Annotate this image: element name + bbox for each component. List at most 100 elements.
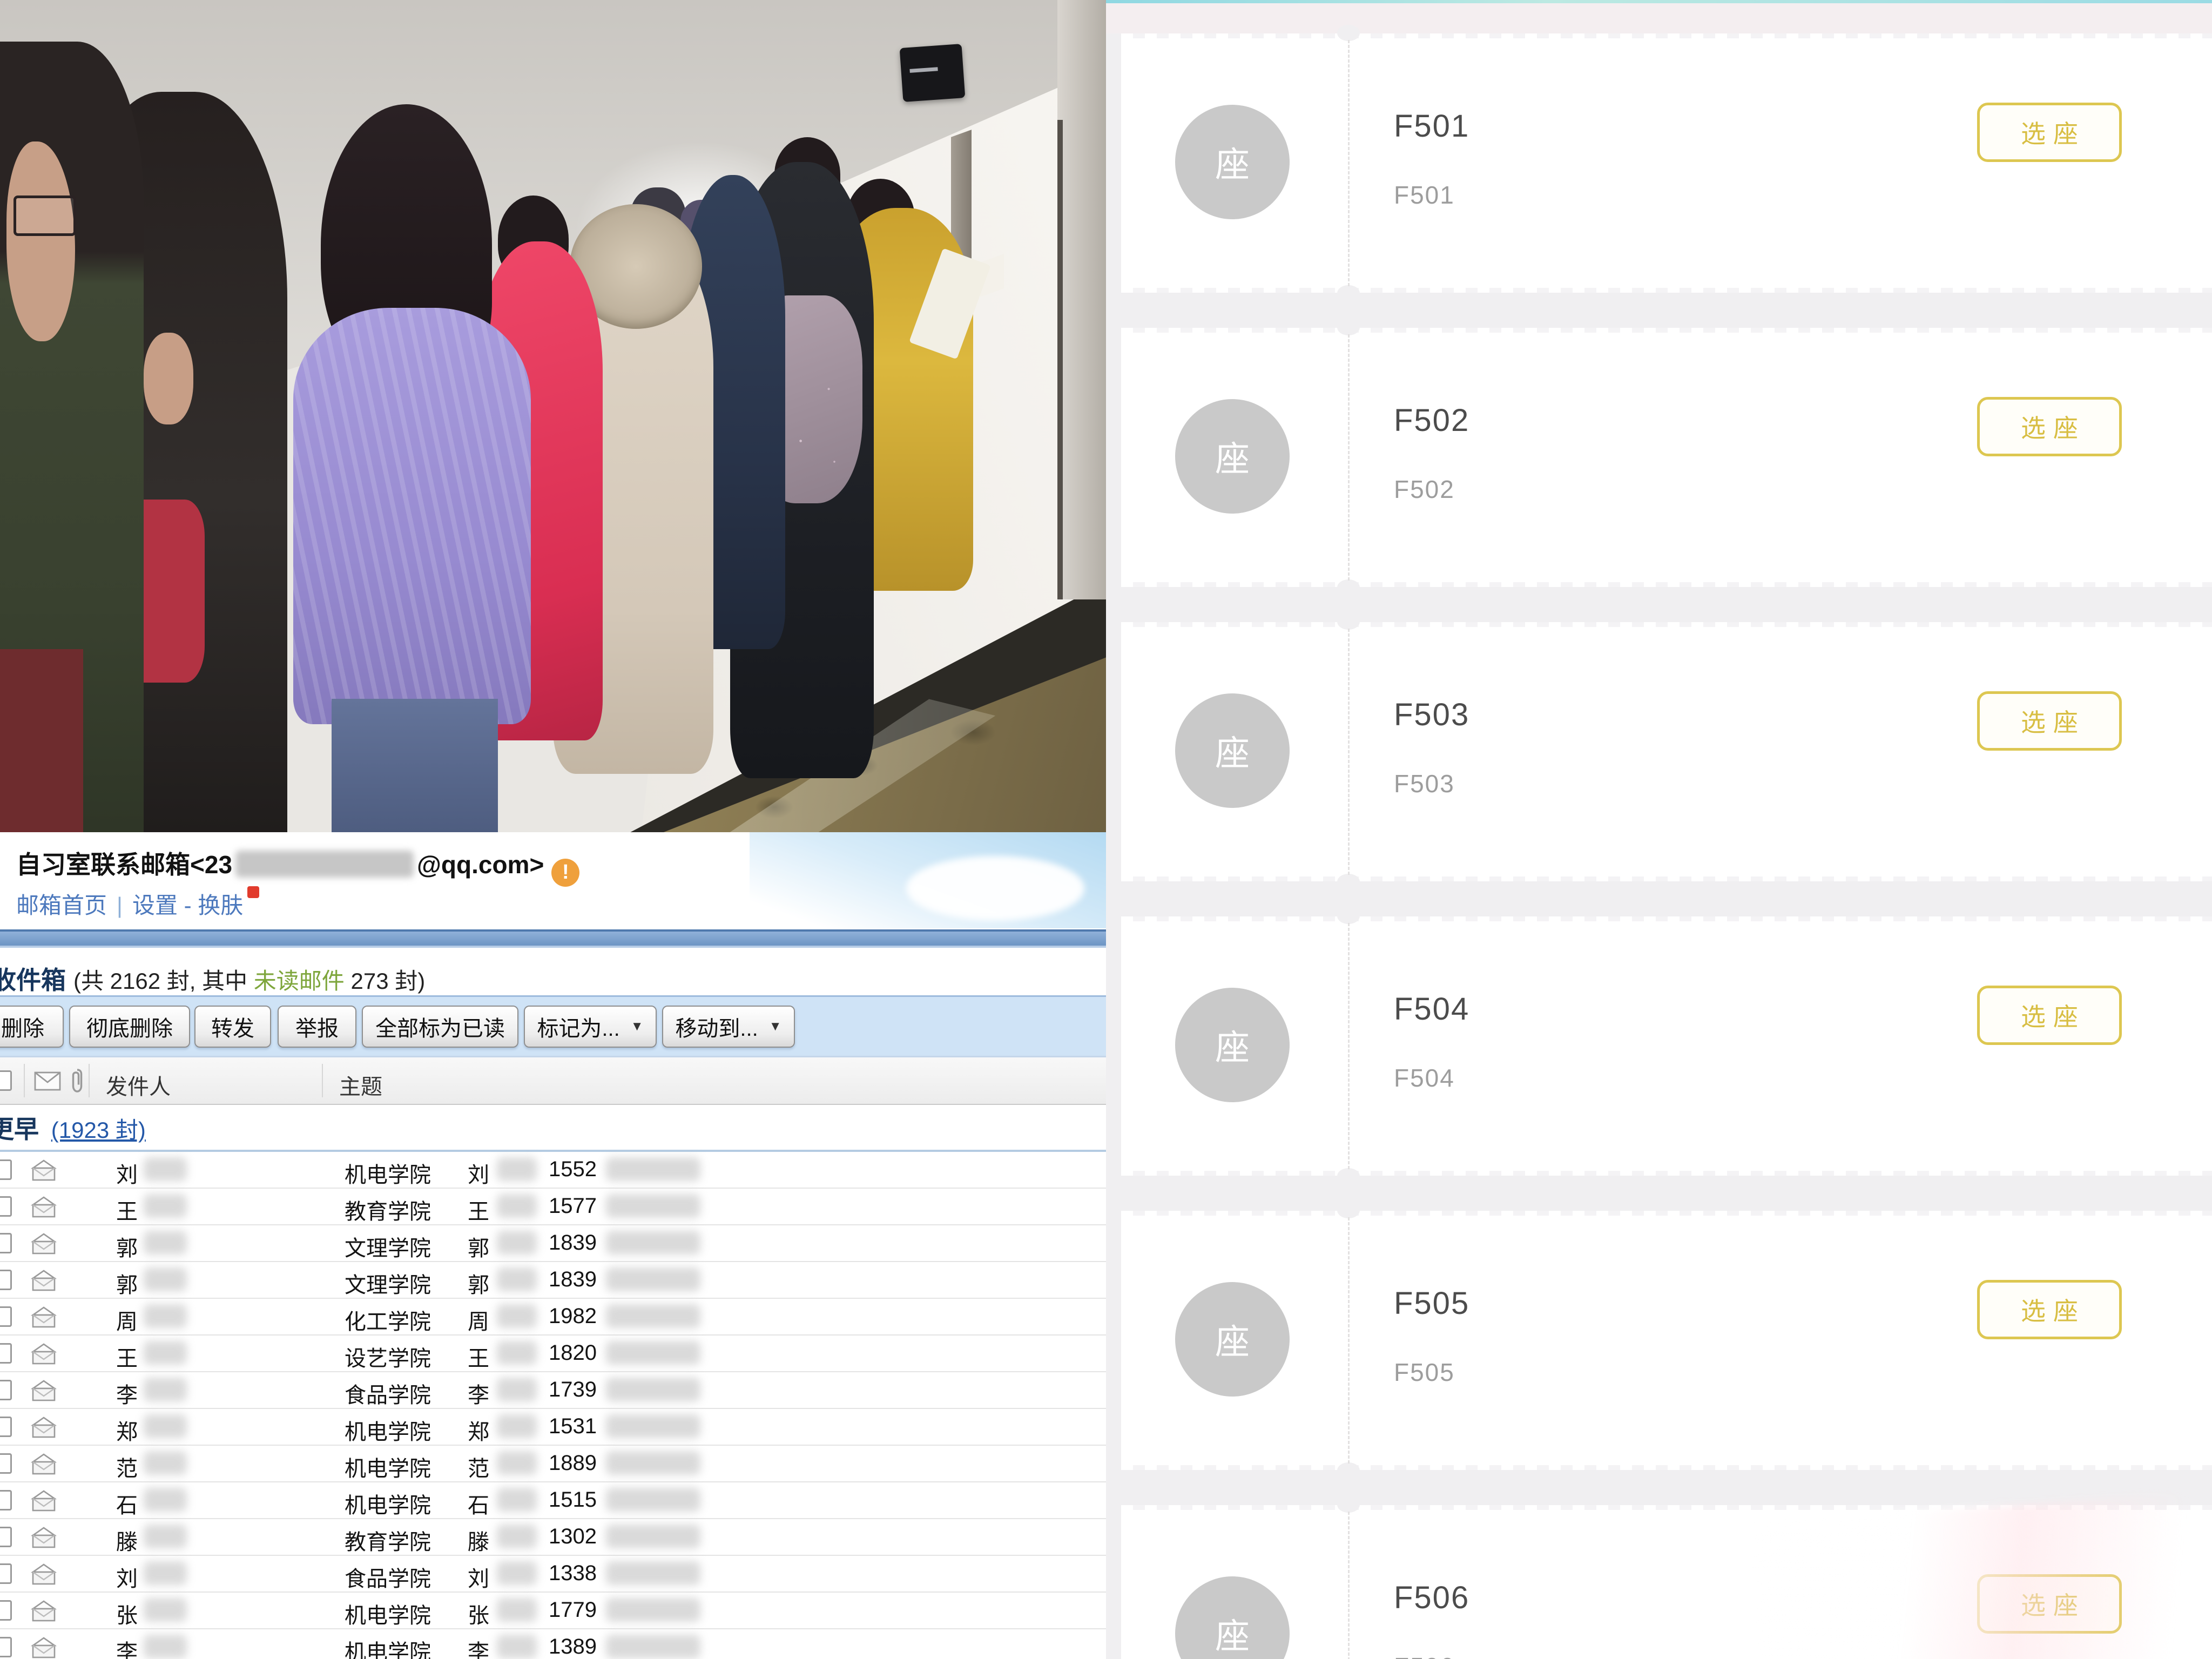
blurred-phone-digits bbox=[606, 1341, 700, 1365]
select-seat-button[interactable]: 选座 bbox=[1977, 397, 2122, 456]
select-seat-button[interactable]: 选座 bbox=[1977, 1574, 2122, 1634]
select-seat-button[interactable]: 选座 bbox=[1977, 1280, 2122, 1339]
blurred-sender-name bbox=[144, 1525, 187, 1548]
mark-as-dropdown[interactable]: 标记为...▼ bbox=[524, 1006, 657, 1048]
mail-row[interactable]: 李 机电学院 李 1389 bbox=[0, 1629, 1106, 1659]
perforation-edge bbox=[1121, 288, 2212, 293]
row-checkbox[interactable] bbox=[0, 1563, 12, 1584]
row-checkbox[interactable] bbox=[0, 1233, 12, 1253]
purge-button[interactable]: 彻底删除 bbox=[69, 1006, 190, 1048]
subject-phone-prefix: 1779 bbox=[549, 1598, 597, 1622]
seat-avatar: 座 bbox=[1175, 1282, 1290, 1397]
mail-row[interactable]: 郑 机电学院 郑 1531 bbox=[0, 1409, 1106, 1446]
row-checkbox[interactable] bbox=[0, 1159, 12, 1180]
open-envelope-icon bbox=[30, 1489, 58, 1513]
seat-title: F506 bbox=[1394, 1580, 1469, 1616]
mail-row[interactable]: 李 食品学院 李 1739 bbox=[0, 1372, 1106, 1409]
blurred-sender-name bbox=[144, 1414, 187, 1438]
link-settings-skin[interactable]: 设置 - 换肤 bbox=[132, 893, 243, 918]
seat-card: 座 F505 F505 选座 bbox=[1121, 1211, 2212, 1470]
seat-title: F501 bbox=[1394, 108, 1469, 144]
row-checkbox[interactable] bbox=[0, 1196, 12, 1217]
row-checkbox[interactable] bbox=[0, 1527, 12, 1547]
forward-button[interactable]: 转发 bbox=[194, 1006, 271, 1048]
unread-count: 273 bbox=[350, 968, 388, 994]
column-subject: 主题 bbox=[339, 1069, 382, 1101]
delete-button[interactable]: 删除 bbox=[0, 1006, 64, 1048]
row-checkbox[interactable] bbox=[0, 1453, 12, 1474]
subject-surname: 范 bbox=[468, 1451, 489, 1482]
envelope-icon bbox=[33, 1070, 62, 1092]
row-checkbox[interactable] bbox=[0, 1306, 12, 1327]
subject-college: 机电学院 bbox=[345, 1157, 431, 1189]
row-checkbox[interactable] bbox=[0, 1600, 12, 1621]
row-checkbox[interactable] bbox=[0, 1380, 12, 1400]
perforation-edge bbox=[1121, 1211, 2212, 1216]
seat-title: F502 bbox=[1394, 402, 1469, 439]
subject-phone-prefix: 1552 bbox=[549, 1157, 597, 1182]
row-checkbox[interactable] bbox=[0, 1343, 12, 1364]
seat-title: F505 bbox=[1394, 1285, 1469, 1321]
seat-card-list: 座 F501 F501 选座 座 F502 F502 选座 bbox=[1106, 33, 2212, 1659]
mail-row[interactable]: 滕 教育学院 滕 1302 bbox=[0, 1519, 1106, 1556]
perforation-edge bbox=[1121, 916, 2212, 921]
earlier-group-header: 更早 (1923 封) bbox=[0, 1110, 146, 1145]
subject-college: 文理学院 bbox=[345, 1231, 431, 1262]
mail-row[interactable]: 周 化工学院 周 1982 bbox=[0, 1299, 1106, 1336]
blurred-phone-digits bbox=[606, 1378, 700, 1401]
mark-all-read-button[interactable]: 全部标为已读 bbox=[362, 1006, 518, 1048]
blurred-given-name bbox=[497, 1598, 537, 1622]
seat-subtitle: F501 bbox=[1394, 180, 1455, 210]
select-seat-button[interactable]: 选座 bbox=[1977, 103, 2122, 162]
blurred-phone-digits bbox=[606, 1231, 700, 1255]
move-to-dropdown[interactable]: 移动到...▼ bbox=[662, 1006, 795, 1048]
settings-skin-label: 设置 - 换肤 bbox=[132, 893, 243, 918]
perforation-edge bbox=[1121, 1505, 2212, 1510]
mail-row[interactable]: 郭 文理学院 郭 1839 bbox=[0, 1262, 1106, 1299]
blurred-phone-digits bbox=[606, 1451, 700, 1475]
nav-separator: | bbox=[117, 893, 123, 918]
ticket-notch bbox=[1337, 319, 1360, 335]
paperclip-icon bbox=[70, 1067, 84, 1094]
subject-surname: 王 bbox=[468, 1341, 489, 1372]
sender-surname: 刘 bbox=[116, 1561, 138, 1593]
inbox-text: 封) bbox=[395, 968, 425, 994]
row-checkbox[interactable] bbox=[0, 1270, 12, 1290]
row-checkbox[interactable] bbox=[0, 1417, 12, 1437]
seat-subtitle: F502 bbox=[1394, 475, 1455, 504]
mail-row[interactable]: 张 机电学院 张 1779 bbox=[0, 1593, 1106, 1629]
seat-card: 座 F501 F501 选座 bbox=[1121, 33, 2212, 293]
mail-row[interactable]: 王 教育学院 王 1577 bbox=[0, 1189, 1106, 1225]
dropdown-arrow-icon: ▼ bbox=[631, 1019, 644, 1034]
ticket-notch bbox=[1337, 285, 1360, 301]
select-seat-button[interactable]: 选座 bbox=[1977, 691, 2122, 751]
select-seat-button[interactable]: 选座 bbox=[1977, 986, 2122, 1045]
mail-row[interactable]: 刘 机电学院 刘 1552 bbox=[0, 1152, 1106, 1189]
row-checkbox[interactable] bbox=[0, 1490, 12, 1510]
open-envelope-icon bbox=[30, 1562, 58, 1586]
sender-surname: 郭 bbox=[116, 1231, 138, 1262]
sender-surname: 李 bbox=[116, 1378, 138, 1409]
mail-row[interactable]: 刘 食品学院 刘 1338 bbox=[0, 1556, 1106, 1593]
select-all-checkbox[interactable] bbox=[0, 1070, 12, 1091]
mail-row[interactable]: 王 设艺学院 王 1820 bbox=[0, 1336, 1106, 1372]
subject-phone-prefix: 1982 bbox=[549, 1304, 597, 1328]
blurred-given-name bbox=[497, 1635, 537, 1658]
seat-subtitle: F504 bbox=[1394, 1063, 1455, 1092]
sender-surname: 周 bbox=[116, 1304, 138, 1336]
blurred-sender-name bbox=[144, 1341, 187, 1365]
mail-client: 自习室联系邮箱<23@qq.com>! 邮箱首页|设置 - 换肤 收件箱(共 2… bbox=[0, 832, 1106, 1659]
mail-row[interactable]: 石 机电学院 石 1515 bbox=[0, 1482, 1106, 1519]
seat-card: 座 F506 F506 选座 bbox=[1121, 1505, 2212, 1659]
blurred-sender-name bbox=[144, 1231, 187, 1255]
ticket-notch bbox=[1337, 579, 1360, 596]
sender-surname: 石 bbox=[116, 1488, 138, 1519]
mail-row[interactable]: 郭 文理学院 郭 1839 bbox=[0, 1225, 1106, 1262]
row-checkbox[interactable] bbox=[0, 1637, 12, 1657]
subject-college: 教育学院 bbox=[345, 1194, 431, 1225]
mail-row[interactable]: 范 机电学院 范 1889 bbox=[0, 1446, 1106, 1482]
link-mail-home[interactable]: 邮箱首页 bbox=[16, 893, 107, 918]
blurred-phone-digits bbox=[606, 1267, 700, 1291]
report-button[interactable]: 举报 bbox=[278, 1006, 356, 1048]
earlier-count-link[interactable]: (1923 封) bbox=[51, 1117, 146, 1143]
